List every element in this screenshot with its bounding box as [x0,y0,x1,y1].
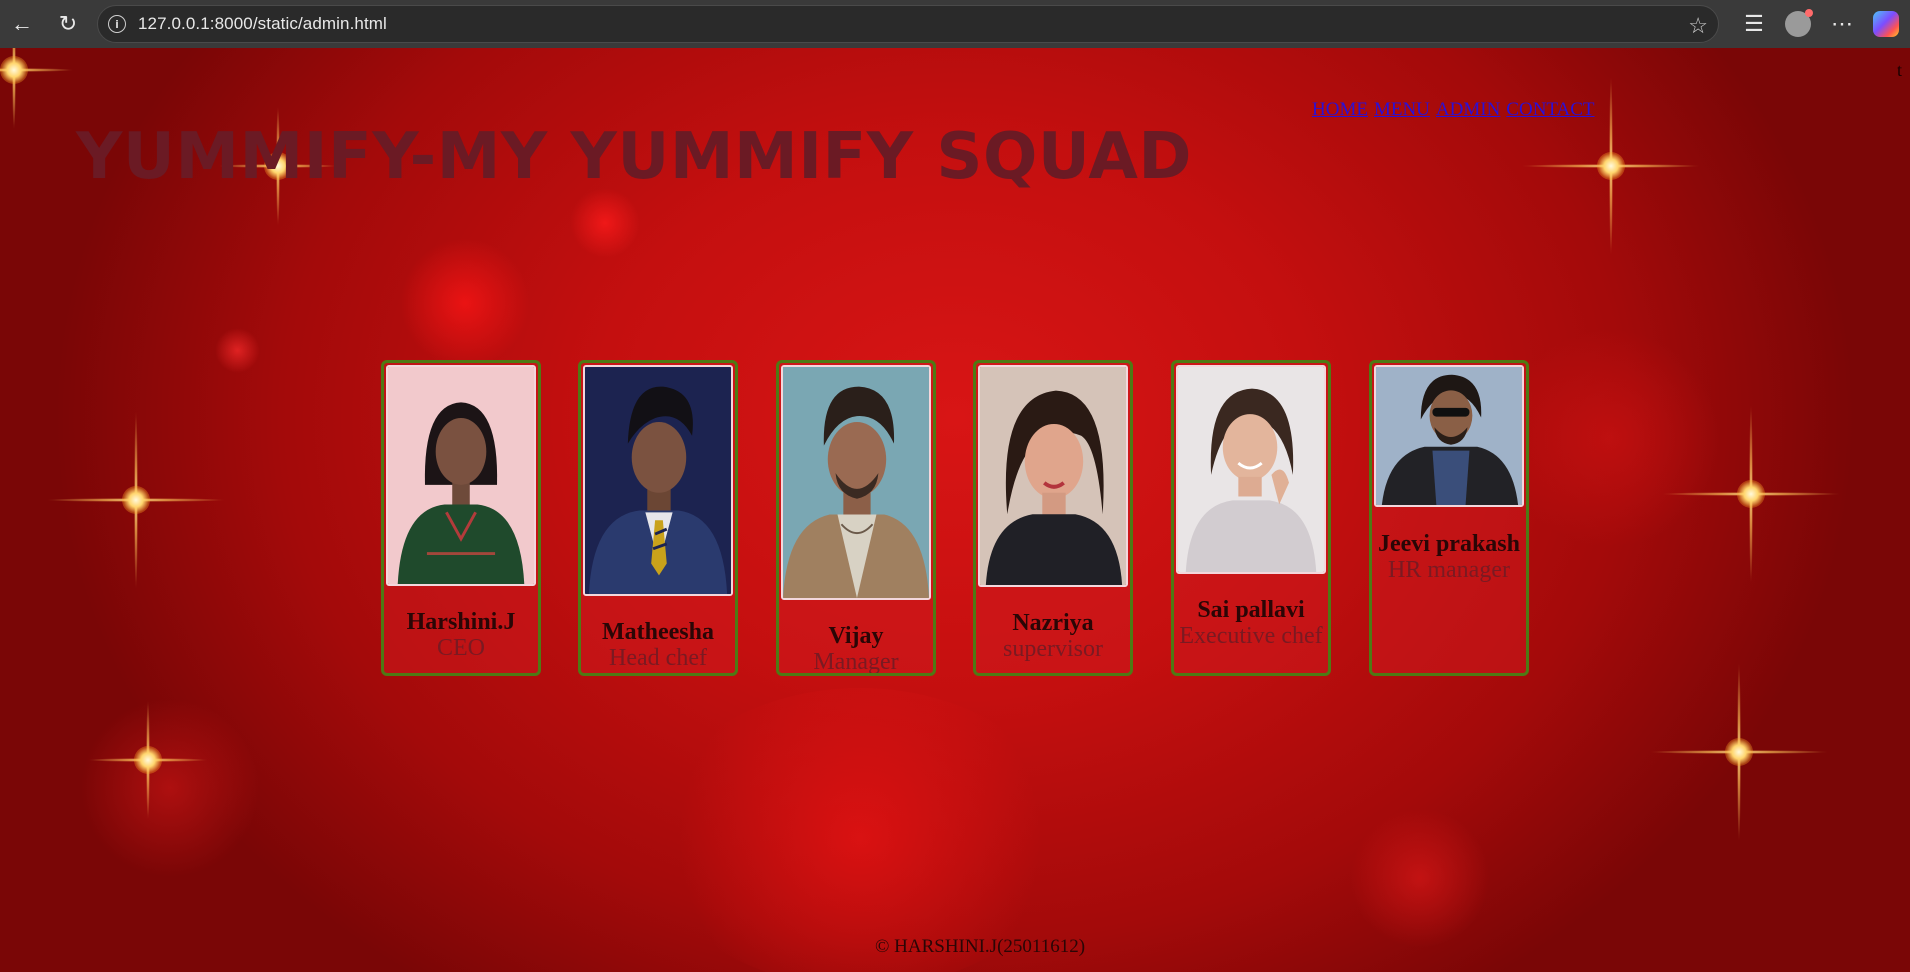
team-card: Harshini.J CEO [381,360,541,676]
browser-toolbar: ← ↻ i 127.0.0.1:8000/static/admin.html ☆… [0,0,1910,48]
member-name: Matheesha [602,619,714,645]
team-photo [386,365,536,586]
info-icon[interactable]: i [108,15,126,33]
team-card: Sai pallavi Executive chef [1171,360,1331,676]
nav-link-contact[interactable]: CONTACT [1506,99,1594,121]
team-card: Nazriya supervisor [973,360,1133,676]
member-role: Manager [813,649,899,675]
corner-text: t [1897,60,1903,80]
nav-link-menu[interactable]: MENU [1374,99,1430,121]
team-photo [583,365,733,596]
member-role: Executive chef [1179,623,1323,649]
bokeh-light [1350,808,1490,948]
team-photo [978,365,1128,587]
toolbar-right-icons: ☰ ⋯ [1735,4,1905,44]
page-viewport: t YUMMIFY-MY YUMMIFY SQUAD HOME MENU ADM… [0,48,1910,972]
member-name: Sai pallavi [1197,597,1305,623]
bokeh-light [400,238,530,368]
team-card: Jeevi prakash HR manager [1369,360,1529,676]
more-icon[interactable]: ⋯ [1823,4,1861,44]
profile-icon[interactable] [1779,4,1817,44]
address-bar[interactable]: i 127.0.0.1:8000/static/admin.html ☆ [97,5,1719,43]
team-card: Matheesha Head chef [578,360,738,676]
member-name: Harshini.J [406,609,516,635]
url-text[interactable]: 127.0.0.1:8000/static/admin.html [138,14,387,34]
copilot-icon[interactable] [1867,4,1905,44]
page-title: YUMMIFY-MY YUMMIFY SQUAD [76,120,1193,194]
member-name: Jeevi prakash [1377,531,1520,557]
team-photo [781,365,931,600]
reload-icon[interactable]: ↻ [48,4,88,44]
member-role: CEO [437,635,485,661]
member-name: Nazriya [1012,610,1094,636]
member-name: Vijay [828,623,884,649]
top-nav: HOME MENU ADMIN CONTACT [1312,99,1595,121]
team-photo [1374,365,1524,507]
member-role: supervisor [1003,636,1103,662]
bokeh-light [215,328,260,373]
bokeh-light [650,688,1070,972]
star-icon[interactable]: ☆ [1688,13,1708,39]
team-card: Vijay Manager [776,360,936,676]
team-photo [1176,365,1326,574]
page-footer: © HARSHINI.J(25011612) [874,936,1086,957]
favorites-icon[interactable]: ☰ [1735,4,1773,44]
bokeh-light [570,188,640,258]
nav-link-admin[interactable]: ADMIN [1436,99,1500,121]
nav-link-home[interactable]: HOME [1312,99,1368,121]
member-role: Head chef [609,645,707,671]
bokeh-light [80,698,260,878]
back-icon[interactable]: ← [2,4,42,44]
member-role: HR manager [1388,557,1510,583]
bokeh-light [1500,328,1720,548]
